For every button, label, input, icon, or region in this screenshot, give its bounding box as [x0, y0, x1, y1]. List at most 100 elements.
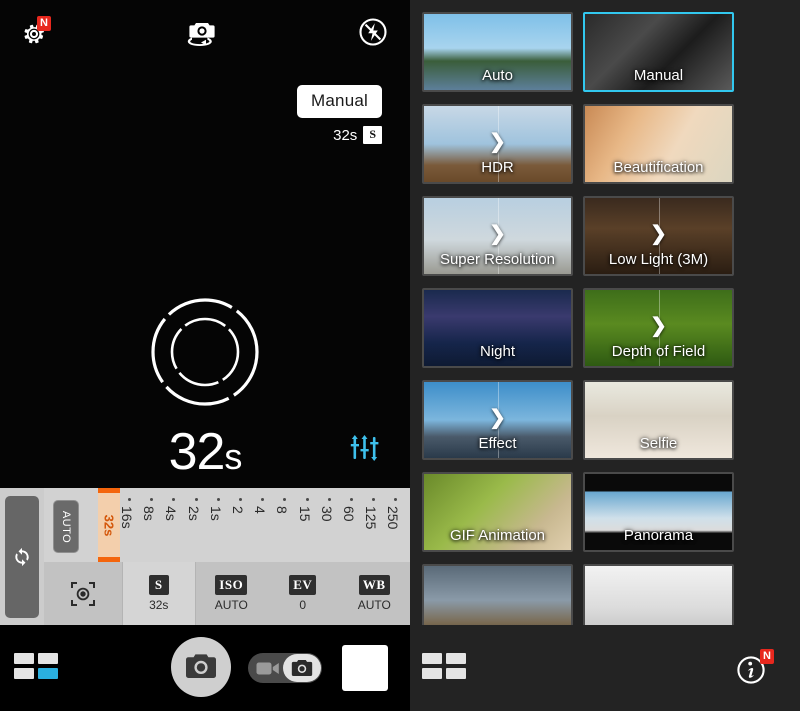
countdown-number: 32: [168, 423, 226, 481]
mode-tile-partial[interactable]: [583, 564, 734, 625]
photo-mode-knob[interactable]: [283, 654, 321, 682]
gallery-thumbnail[interactable]: [342, 645, 388, 691]
dial-dot: [305, 498, 309, 501]
mode-tile-effect[interactable]: ❯ Effect: [422, 380, 573, 460]
mode-tile-selfie[interactable]: Selfie: [583, 380, 734, 460]
camera-app: N Manual 32s S 32s AUTO 32s 16s 8s 4s 2s…: [0, 0, 800, 711]
before-after-arrow-icon: ❯: [650, 315, 667, 337]
settings-button[interactable]: N: [20, 16, 62, 50]
dial-tick-label: 8: [274, 506, 291, 514]
mode-tile-manual[interactable]: Manual: [583, 12, 734, 92]
grid-tile-4: [446, 668, 466, 679]
shutter-speed-control-value: 32s: [149, 598, 169, 612]
dial-tick-label: 2s: [185, 506, 202, 521]
info-button[interactable]: N: [736, 649, 778, 687]
video-camera-icon: [256, 662, 279, 675]
photo-camera-icon: [291, 659, 313, 676]
mode-tile-panorama[interactable]: Panorama: [583, 472, 734, 552]
dial-tick-label: 250: [385, 506, 402, 530]
dial-tick-label: 4: [252, 506, 269, 514]
control-white-balance[interactable]: WB AUTO: [339, 562, 411, 625]
dial-dot: [372, 498, 376, 501]
reset-button[interactable]: [5, 495, 39, 618]
dial-tick-label: 125: [363, 506, 380, 530]
camera-flip-icon[interactable]: [186, 20, 218, 46]
tuning-sliders-icon[interactable]: [350, 433, 380, 463]
city-bridge-night-thumbnail: [424, 290, 571, 366]
clock-faces-thumbnail: [585, 566, 732, 625]
mode-tile-beautification[interactable]: Beautification: [583, 104, 734, 184]
mode-picker-bottom-bar: N: [410, 625, 800, 711]
camera-shutter-icon: [186, 654, 216, 678]
dial-tick-label: 16s: [119, 506, 135, 529]
info-new-badge: N: [760, 649, 774, 664]
before-after-arrow-icon: ❯: [650, 223, 667, 245]
dial-dot: [350, 498, 353, 501]
mode-tile-partial[interactable]: [422, 564, 573, 625]
grid-tile-4-active: [38, 668, 58, 679]
manual-controls-panel: AUTO 32s 16s8s4s2s1s24815306012525050010…: [0, 488, 410, 625]
mode-list-scroll[interactable]: Auto Manual ❯ HDR Beautification ❯ Super Resol…: [410, 0, 800, 625]
three-women-selfie-thumbnail: [585, 382, 732, 458]
shutter-speed-dial[interactable]: AUTO 32s 16s8s4s2s1s24815306012525050010…: [44, 488, 410, 562]
mountain-panorama-thumbnail: [585, 474, 732, 550]
mode-tile-low-light-3m[interactable]: ❯ Low Light (3M): [583, 196, 734, 276]
before-after-arrow-icon: ❯: [489, 131, 506, 153]
camera-lens-50mm-thumbnail: [585, 14, 732, 90]
control-metering[interactable]: [44, 562, 122, 625]
dial-auto-button[interactable]: AUTO: [53, 500, 79, 553]
mode-tile-auto[interactable]: Auto: [422, 12, 573, 92]
iso-value: AUTO: [214, 598, 248, 612]
viewfinder-top-bar: N: [0, 0, 410, 62]
countdown-ring-icon: [151, 298, 259, 406]
dial-tick-dots: [104, 498, 410, 504]
dial-dot: [327, 498, 331, 501]
mode-tile-hdr[interactable]: ❯ HDR: [422, 104, 573, 184]
mode-tile-gif-animation[interactable]: GIF Animation: [422, 472, 573, 552]
dial-tick-label: 8s: [141, 506, 158, 521]
shutter-speed-readout: 32s S: [333, 126, 382, 144]
countdown-ring: [145, 292, 265, 412]
metering-mode-icon: [71, 581, 95, 606]
shutter-speed-icon: S: [148, 575, 169, 595]
control-iso[interactable]: ISO AUTO: [194, 562, 268, 625]
manual-control-row: S 32s ISO AUTO EV 0 WB AUTO: [44, 562, 410, 625]
girl-blowing-bubbles-thumbnail: [424, 474, 571, 550]
photo-video-toggle[interactable]: [248, 653, 322, 683]
dial-tick-label: 4s: [163, 506, 180, 521]
dial-dot: [239, 498, 242, 501]
mode-tile-depth-of-field[interactable]: ❯ Depth of Field: [583, 288, 734, 368]
mode-grid-icon[interactable]: [14, 653, 60, 681]
dial-dot: [194, 498, 198, 501]
mode-tile-super-resolution[interactable]: ❯ Super Resolution: [422, 196, 573, 276]
mode-picker-panel: Auto Manual ❯ HDR Beautification ❯ Super Resol…: [410, 0, 800, 711]
reset-column: [0, 488, 44, 625]
dial-dot: [394, 498, 398, 501]
portrait-woman-thumbnail: [585, 106, 732, 182]
grid-tile-2: [38, 653, 58, 664]
mode-grid: Auto Manual ❯ HDR Beautification ❯ Super Resol…: [422, 12, 790, 625]
dial-tick-label: 1s: [207, 506, 224, 521]
mode-grid-icon[interactable]: [422, 653, 468, 681]
dial-dot: [150, 498, 154, 501]
settings-new-badge: N: [37, 16, 51, 31]
dial-tick-label: 15: [296, 506, 313, 522]
dial-dot: [172, 498, 176, 501]
grid-tile-1: [422, 653, 442, 664]
countdown-unit: s: [224, 436, 242, 477]
current-mode-chip[interactable]: Manual: [297, 85, 382, 118]
grid-tile-3: [14, 668, 34, 679]
white-balance-icon: WB: [358, 575, 390, 595]
dial-dot: [216, 498, 220, 501]
grid-tile-3: [422, 668, 442, 679]
capture-button[interactable]: [171, 637, 231, 697]
control-ev[interactable]: EV 0: [267, 562, 339, 625]
flash-off-icon[interactable]: [358, 17, 388, 47]
dial-dot: [261, 498, 265, 501]
iso-icon: ISO: [215, 575, 248, 595]
mode-tile-night[interactable]: Night: [422, 288, 573, 368]
control-shutter-speed[interactable]: S 32s: [122, 562, 195, 625]
before-after-arrow-icon: ❯: [489, 407, 506, 429]
dial-selected-tick[interactable]: 32s: [98, 488, 120, 562]
dial-auto-label: AUTO: [60, 510, 73, 543]
